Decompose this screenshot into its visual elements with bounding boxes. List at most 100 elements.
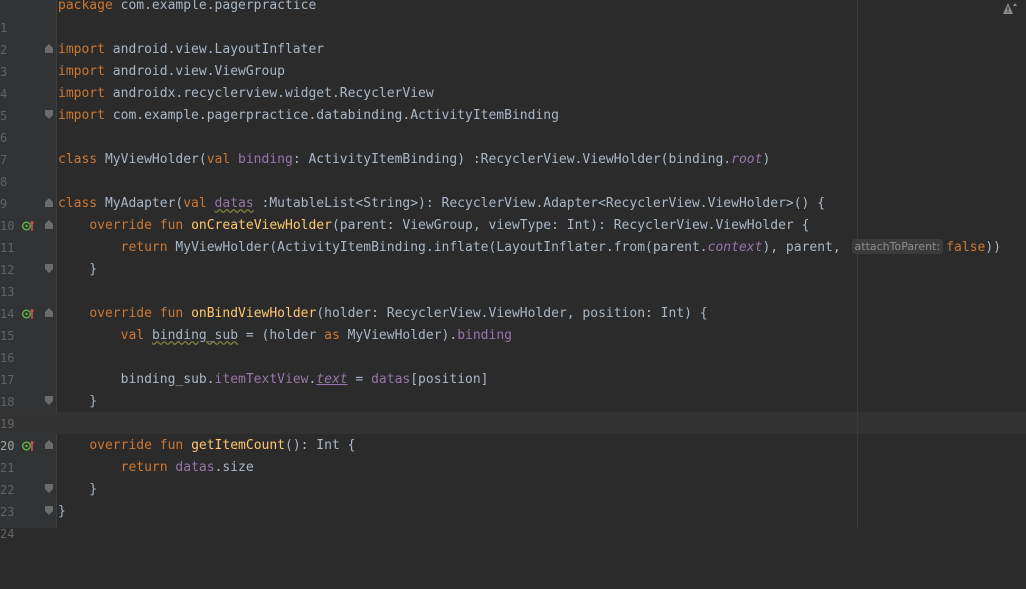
- property: text: [316, 372, 348, 387]
- code-editor[interactable]: 1 package com.example.pagerpractice 2 3 …: [0, 0, 1026, 541]
- import-path: androidx.recyclerview.widget.RecyclerVie…: [104, 86, 434, 101]
- code-text: }: [58, 482, 98, 497]
- keyword: import: [58, 108, 105, 123]
- code-text: (): Int {: [285, 438, 356, 453]
- code-line[interactable]: 4 import android.view.ViewGroup: [0, 61, 1026, 101]
- keyword: false: [946, 240, 986, 255]
- keyword: import: [58, 86, 105, 101]
- code-line[interactable]: 1 package com.example.pagerpractice: [0, 0, 1026, 35]
- code-line[interactable]: 5 import androidx.recyclerview.widget.Re…: [0, 83, 1026, 123]
- property: datas: [214, 196, 254, 211]
- code-line[interactable]: 19 }: [0, 391, 1026, 431]
- code-text: :MutableList<String>): RecyclerView.Adap…: [253, 196, 826, 211]
- keyword: override: [89, 218, 152, 233]
- keyword: as: [324, 328, 340, 343]
- code-text: = (holder: [238, 328, 325, 343]
- code-line[interactable]: 16 val binding_sub = (holder as MyViewHo…: [0, 325, 1026, 365]
- keyword: class: [58, 196, 98, 211]
- property: datas: [175, 460, 215, 475]
- line-number: 24: [0, 527, 15, 541]
- code-line[interactable]: 13 }: [0, 259, 1026, 299]
- code-text: ), parent,: [762, 240, 849, 255]
- property: root: [731, 152, 763, 167]
- code-line[interactable]: 7: [0, 127, 1026, 167]
- code-line[interactable]: 11 override fun onCreateViewHolder(paren…: [0, 215, 1026, 255]
- keyword: fun: [159, 218, 184, 233]
- code-line[interactable]: 18 binding_sub.itemTextView.text = datas…: [0, 369, 1026, 409]
- function-name: getItemCount: [191, 438, 285, 453]
- code-text: MyViewHolder(ActivityItemBinding.inflate…: [167, 240, 708, 255]
- code-line[interactable]: 24 }: [0, 501, 1026, 541]
- code-line[interactable]: 21 override fun getItemCount(): Int {: [0, 435, 1026, 475]
- keyword: fun: [159, 306, 184, 321]
- code-line-current[interactable]: 20: [0, 413, 1026, 453]
- property: binding: [457, 328, 512, 343]
- code-line[interactable]: 8 class MyViewHolder(val binding: Activi…: [0, 149, 1026, 189]
- keyword: return: [120, 460, 168, 475]
- variable: binding_sub: [151, 328, 239, 343]
- code-text: )): [985, 240, 1001, 255]
- code-line[interactable]: 10 class MyAdapter(val datas :MutableLis…: [0, 193, 1026, 233]
- code-text: MyViewHolder).: [339, 328, 458, 343]
- property: itemTextView: [214, 372, 309, 387]
- import-path: android.view.ViewGroup: [104, 64, 285, 79]
- code-text: MyAdapter(: [97, 196, 184, 211]
- keyword: import: [58, 64, 105, 79]
- code-line[interactable]: 3 import android.view.LayoutInflater: [0, 39, 1026, 79]
- code-line[interactable]: 22 return datas.size: [0, 457, 1026, 497]
- code-line[interactable]: 12 return MyViewHolder(ActivityItemBindi…: [0, 237, 1026, 277]
- parameter-hint: attachToParent:: [851, 239, 944, 254]
- code-text: .size: [214, 460, 254, 475]
- code-text: (parent: ViewGroup, viewType: Int): Recy…: [331, 218, 810, 233]
- keyword: fun: [159, 438, 184, 453]
- import-path: com.example.pagerpractice.databinding.Ac…: [104, 108, 559, 123]
- code-line[interactable]: 14: [0, 281, 1026, 321]
- function-name: onBindViewHolder: [191, 306, 317, 321]
- keyword: class: [58, 152, 98, 167]
- keyword: import: [58, 42, 105, 57]
- function-name: onCreateViewHolder: [191, 218, 332, 233]
- import-path: android.view.LayoutInflater: [104, 42, 325, 57]
- code-text: MyViewHolder(: [97, 152, 207, 167]
- code-text: binding_sub.: [120, 372, 215, 387]
- code-text: }: [58, 504, 66, 519]
- code-line[interactable]: 15 override fun onBindViewHolder(holder:…: [0, 303, 1026, 343]
- keyword: override: [89, 438, 152, 453]
- code-text: : ActivityItemBinding) :RecyclerView.Vie…: [292, 152, 732, 167]
- property: binding: [230, 152, 293, 167]
- property: context: [707, 240, 763, 255]
- property: datas: [371, 372, 411, 387]
- keyword: package: [58, 0, 113, 13]
- code-text: =: [347, 372, 372, 387]
- code-text: ): [762, 152, 771, 167]
- keyword: val: [183, 196, 207, 211]
- keyword: override: [89, 306, 152, 321]
- package-name: com.example.pagerpractice: [112, 0, 317, 13]
- code-line[interactable]: 9: [0, 171, 1026, 211]
- code-text: }: [58, 262, 98, 277]
- code-line[interactable]: 2: [0, 17, 1026, 57]
- code-line[interactable]: 6 import com.example.pagerpractice.datab…: [0, 105, 1026, 145]
- code-line[interactable]: 17: [0, 347, 1026, 387]
- code-text: (holder: RecyclerView.ViewHolder, positi…: [316, 306, 708, 321]
- code-line[interactable]: 23 }: [0, 479, 1026, 519]
- keyword: val: [206, 152, 231, 167]
- code-text: }: [58, 394, 98, 409]
- keyword: val: [120, 328, 145, 343]
- code-text: [position]: [410, 372, 489, 387]
- keyword: return: [120, 240, 168, 255]
